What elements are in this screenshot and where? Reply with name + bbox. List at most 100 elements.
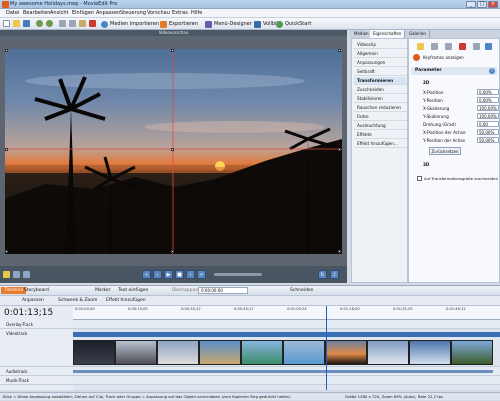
transform-handle-left[interactable]	[5, 148, 8, 151]
video-clip[interactable]	[241, 340, 283, 365]
video-lane[interactable]	[73, 329, 500, 367]
new-file-icon[interactable]	[3, 20, 10, 27]
menu-steuerung[interactable]: Steuerung	[120, 10, 146, 16]
crop-checkbox[interactable]	[417, 176, 422, 181]
video-clip[interactable]	[157, 340, 199, 365]
section-2d-label[interactable]: 2D	[423, 80, 429, 85]
video-clip[interactable]	[367, 340, 409, 365]
nav-item-anpassungen[interactable]: Anpassungen	[354, 59, 407, 67]
transform-handle-top-right[interactable]	[338, 49, 341, 52]
transform-handle-center[interactable]	[171, 148, 174, 151]
nav-item-seitkraft[interactable]: Seitkraft	[354, 68, 407, 76]
paste-icon[interactable]	[79, 20, 86, 27]
tab-storyboard[interactable]: Storyboard	[24, 288, 49, 293]
play-button[interactable]: ▶	[164, 270, 173, 279]
add-icon[interactable]	[485, 43, 492, 50]
menu-einfuegen[interactable]: Einfügen	[72, 10, 94, 16]
cut-icon[interactable]	[59, 20, 66, 27]
previous-frame-button[interactable]: ‹	[153, 270, 162, 279]
pan-zoom-button[interactable]: Schwenk & Zoom	[58, 298, 97, 303]
y-position-field[interactable]: 0,00%	[477, 97, 499, 103]
video-clip[interactable]	[115, 340, 157, 365]
overlap-field[interactable]: 0:00:00:00	[198, 287, 248, 294]
delete-icon[interactable]	[89, 20, 96, 27]
keyframes-toggle-icon[interactable]	[413, 54, 420, 61]
menu-extras[interactable]: Extras	[172, 10, 188, 16]
undo-icon[interactable]	[431, 43, 438, 50]
adjust-button[interactable]: Anpassen	[22, 298, 44, 303]
transform-handle-top[interactable]	[171, 49, 174, 52]
maximize-button[interactable]: □	[477, 1, 487, 8]
nav-item-stabilisieren[interactable]: Stabilisieren	[354, 95, 407, 103]
track-music[interactable]: Musik-Track	[0, 376, 73, 385]
delete-icon[interactable]	[459, 43, 466, 50]
video-frame[interactable]	[5, 49, 342, 254]
open-folder-icon[interactable]	[13, 20, 20, 27]
timeline-ruler[interactable]: 0:00:00;00 0:00:15;05 0:00:30;12 0:00:45…	[73, 306, 500, 320]
keyframe-icon[interactable]	[417, 43, 424, 50]
tab-eigenschaften[interactable]: Eigenschaften	[370, 30, 406, 38]
add-effect-button[interactable]: Effekt hinzufügen	[106, 298, 146, 303]
stop-button[interactable]: ■	[175, 270, 184, 279]
tab-timeline[interactable]: Timeline	[1, 287, 27, 294]
minimize-button[interactable]: _	[466, 1, 476, 8]
audio-preview-button[interactable]: ♪	[330, 270, 339, 279]
menu-hilfe[interactable]: Hilfe	[191, 10, 202, 16]
pointer-tool-icon[interactable]	[3, 271, 10, 278]
export-button[interactable]: Exportieren	[160, 20, 198, 28]
menu-designer-button[interactable]: Menü-Designer	[205, 20, 252, 28]
nav-item-effekt-hinzufuegen[interactable]: Effekt hinzufügen...	[354, 140, 407, 148]
video-clip[interactable]	[283, 340, 325, 365]
copy-icon[interactable]	[69, 20, 76, 27]
settings-icon[interactable]	[473, 43, 480, 50]
video-clip[interactable]	[409, 340, 451, 365]
menu-ansicht[interactable]: Ansicht	[50, 10, 68, 16]
media-import-button[interactable]: Medien importieren	[101, 20, 159, 28]
playhead[interactable]	[326, 306, 327, 390]
x-scale-field[interactable]: 100,00%	[477, 105, 499, 111]
transform-handle-bottom-right[interactable]	[338, 250, 341, 253]
nav-item-farbe[interactable]: Farbe	[354, 113, 407, 121]
audio-lane[interactable]	[73, 367, 500, 376]
nav-item-effekte[interactable]: Effekte	[354, 131, 407, 139]
next-frame-button[interactable]: ›	[186, 270, 195, 279]
axis-x-field[interactable]: 50,00%	[477, 129, 499, 135]
track-video[interactable]: Videotrack	[0, 329, 73, 367]
loop-button[interactable]: ↻	[318, 270, 327, 279]
rewind-button[interactable]: «	[142, 270, 151, 279]
close-button[interactable]: ×	[488, 1, 498, 8]
help-icon[interactable]: ?	[489, 68, 495, 74]
timeline-tracks[interactable]	[73, 306, 500, 390]
music-lane[interactable]	[73, 376, 500, 385]
track-audio[interactable]: Audiotrack	[0, 367, 73, 376]
nav-item-videoclip[interactable]: Videoclip	[354, 41, 407, 49]
rotation-field[interactable]: 0,00	[477, 121, 499, 127]
marker-label[interactable]: Marker	[95, 288, 111, 293]
nav-item-zuschneiden[interactable]: Zuschneiden	[354, 86, 407, 94]
move-tool-icon[interactable]	[23, 271, 30, 278]
nav-item-rauschen[interactable]: Rauschen reduzieren	[354, 104, 407, 112]
undo-icon[interactable]	[36, 20, 43, 27]
tab-galerien[interactable]: Galerien	[406, 30, 430, 38]
menu-datei[interactable]: Datei	[6, 10, 19, 16]
text-insert-label[interactable]: Text einfügen	[118, 288, 148, 293]
quickstart-button[interactable]: QuickStart	[276, 20, 311, 28]
track-overlay[interactable]: Overlay-Track	[0, 320, 73, 329]
video-clip[interactable]	[325, 340, 367, 365]
save-icon[interactable]	[23, 20, 30, 27]
video-clip[interactable]	[199, 340, 241, 365]
axis-y-field[interactable]: 50,00%	[477, 137, 499, 143]
menu-bearbeiten[interactable]: Bearbeiten	[23, 10, 50, 16]
fast-forward-button[interactable]: »	[197, 270, 206, 279]
cut-label[interactable]: Schneiden	[290, 288, 314, 293]
reset-button[interactable]: Zurücksetzen	[429, 147, 461, 155]
menu-vorschau[interactable]: Vorschau	[147, 10, 170, 16]
transform-handle-right[interactable]	[338, 148, 341, 151]
crop-tool-icon[interactable]	[13, 271, 20, 278]
nav-item-transformieren[interactable]: Transformieren	[354, 77, 407, 85]
transform-handle-bottom-left[interactable]	[5, 250, 8, 253]
overlay-lane[interactable]	[73, 320, 500, 329]
menu-anpassen[interactable]: Anpassen	[96, 10, 120, 16]
nav-item-allgemein[interactable]: Allgemein	[354, 50, 407, 58]
section-3d-label[interactable]: 3D	[423, 162, 429, 167]
